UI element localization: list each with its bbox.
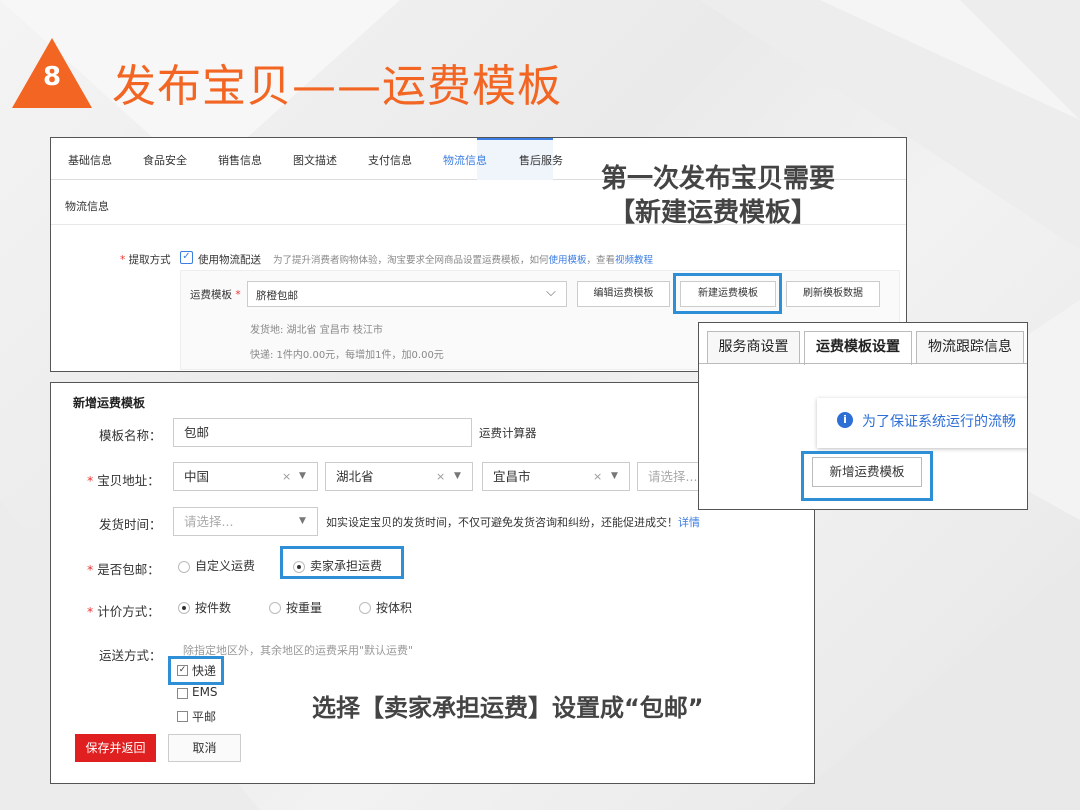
- ship-time-label: 发货时间：: [99, 517, 162, 532]
- section-title: 物流信息: [65, 200, 109, 213]
- seller-pays-highlight: [280, 546, 404, 579]
- info-icon: i: [837, 412, 853, 428]
- province-select[interactable]: 湖北省 × ▼: [325, 462, 473, 491]
- chevron-down-icon: ⌵: [546, 285, 556, 300]
- annotation-first-publish: 第一次发布宝贝需要: [601, 164, 836, 194]
- form-title: 新增运费模板: [73, 396, 146, 410]
- by-count-radio[interactable]: [178, 602, 190, 614]
- tab-provider-settings[interactable]: 服务商设置: [707, 331, 800, 363]
- ship-time-select[interactable]: 请选择... ▼: [173, 507, 318, 536]
- tab-logistics-info[interactable]: 物流信息: [443, 152, 487, 168]
- clear-icon: ×: [436, 470, 446, 483]
- notice-box: i 为了保证系统运行的流畅: [817, 398, 1027, 448]
- refresh-template-button[interactable]: 刷新模板数据: [786, 281, 880, 307]
- surface-mail-checkbox[interactable]: [177, 711, 188, 722]
- ems-label: EMS: [192, 685, 218, 699]
- pricing-label: * 计价方式：: [87, 604, 160, 619]
- use-logistics-label: 使用物流配送: [198, 254, 261, 266]
- use-logistics-checkbox[interactable]: ✓: [180, 251, 193, 264]
- tab-food-safety[interactable]: 食品安全: [143, 152, 187, 168]
- cancel-button[interactable]: 取消: [168, 734, 241, 762]
- surface-mail-label: 平邮: [192, 710, 217, 724]
- free-shipping-label: * 是否包邮：: [87, 562, 160, 577]
- caret-down-icon: ▼: [299, 516, 306, 526]
- tab-after-sales[interactable]: 售后服务: [519, 152, 563, 168]
- tab-tracking-info[interactable]: 物流跟踪信息: [916, 331, 1024, 363]
- details-link[interactable]: 详情: [678, 516, 700, 529]
- video-tutorial-link[interactable]: 视频教程: [615, 255, 653, 266]
- tab-payment-info[interactable]: 支付信息: [368, 152, 412, 168]
- annotation-new-template: 【新建运费模板】: [609, 198, 818, 228]
- address-label: * 宝贝地址：: [87, 473, 160, 488]
- by-volume-label: 按体积: [376, 601, 413, 615]
- calculator-link[interactable]: 运费计算器: [479, 425, 537, 441]
- slide-number: 8: [42, 62, 62, 92]
- divider: [699, 363, 1027, 364]
- clear-icon: ×: [282, 470, 292, 483]
- by-weight-radio[interactable]: [269, 602, 281, 614]
- caret-down-icon: ▼: [299, 471, 306, 481]
- city-select[interactable]: 宜昌市 × ▼: [482, 462, 630, 491]
- ship-time-hint: 如实设定宝贝的发货时间，不仅可避免发货咨询和纠纷，还能促进成交！详情: [326, 516, 700, 529]
- custom-shipping-radio[interactable]: [178, 561, 190, 573]
- tab-description[interactable]: 图文描述: [293, 152, 337, 168]
- custom-shipping-label: 自定义运费: [195, 559, 256, 573]
- caret-down-icon: ▼: [454, 471, 461, 481]
- name-label: 模板名称：: [99, 428, 162, 443]
- tab-sales-info[interactable]: 销售信息: [218, 152, 262, 168]
- tab-template-settings[interactable]: 运费模板设置: [804, 331, 912, 365]
- by-weight-label: 按重量: [286, 601, 323, 615]
- template-select[interactable]: 脐橙包邮 ⌵: [247, 281, 567, 307]
- use-template-link[interactable]: 使用模板: [549, 255, 587, 266]
- express-highlight: [168, 656, 224, 685]
- slide-title: 发布宝贝——运费模板: [112, 61, 562, 112]
- annotation-free-shipping: 选择【卖家承担运费】设置成“包邮”: [312, 694, 704, 722]
- new-template-highlight: [673, 273, 782, 314]
- template-label: 运费模板 *: [190, 289, 241, 301]
- caret-down-icon: ▼: [611, 471, 618, 481]
- notice-text: 为了保证系统运行的流畅: [862, 414, 1016, 430]
- ems-checkbox[interactable]: [177, 688, 188, 699]
- edit-template-button[interactable]: 编辑运费模板: [577, 281, 670, 307]
- delivery-label: 运送方式：: [99, 648, 162, 663]
- add-template-highlight: [801, 451, 933, 501]
- clear-icon: ×: [593, 470, 603, 483]
- logistics-hint: 为了提升消费者购物体验，淘宝要求全网商品设置运费模板，如何使用模板，查看视频教程: [273, 255, 654, 266]
- save-and-return-button[interactable]: 保存并返回: [75, 734, 156, 762]
- tab-basic-info[interactable]: 基础信息: [68, 152, 112, 168]
- by-volume-radio[interactable]: [359, 602, 371, 614]
- country-select[interactable]: 中国 × ▼: [173, 462, 318, 491]
- template-select-value: 脐橙包邮: [256, 290, 298, 302]
- ship-from-text: 发货地: 湖北省 宜昌市 枝江市: [250, 325, 383, 336]
- pickup-label: * 提取方式: [120, 254, 171, 266]
- express-info-text: 快递: 1件内0.00元，每增加1件，加0.00元: [250, 350, 444, 361]
- template-name-input[interactable]: 包邮: [173, 418, 472, 447]
- by-count-label: 按件数: [195, 601, 232, 615]
